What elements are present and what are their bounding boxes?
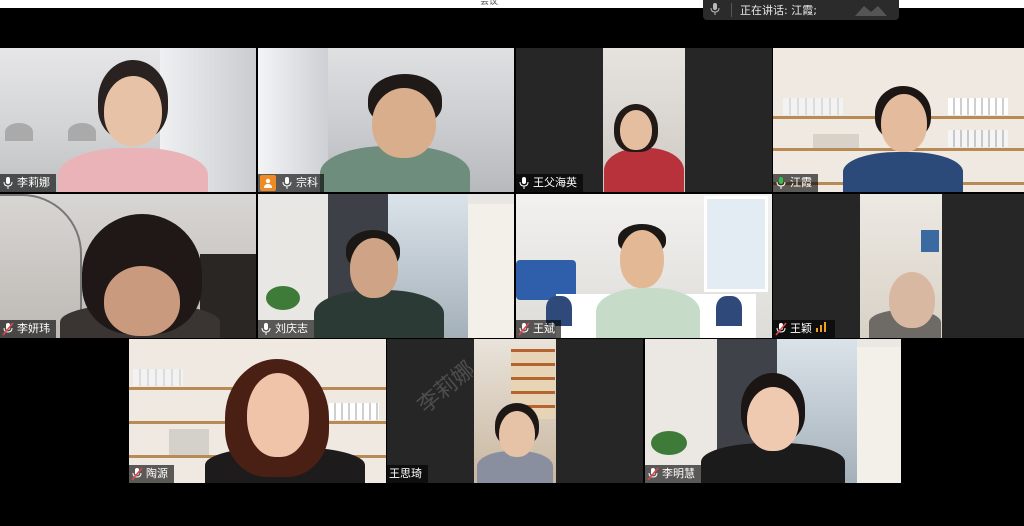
active-speaker-banner: 正在讲话: 江霞; bbox=[703, 0, 899, 20]
participant-name: 李妍玮 bbox=[17, 322, 50, 335]
microphone-icon bbox=[281, 176, 293, 190]
participant-name: 王父海英 bbox=[533, 176, 577, 189]
microphone-muted-icon bbox=[2, 322, 14, 336]
speaking-text: 正在讲话: 江霞; bbox=[740, 4, 817, 17]
participant-name: 李明慧 bbox=[662, 467, 695, 480]
participant-label: 王思琦 bbox=[387, 465, 428, 483]
microphone-icon bbox=[518, 176, 530, 190]
video-tile-wang-bin[interactable]: 王斌 bbox=[516, 194, 772, 338]
participant-name: 宗科 bbox=[296, 176, 318, 189]
microphone-muted-icon bbox=[518, 322, 530, 336]
participant-name: 王颖 bbox=[790, 322, 812, 335]
participant-name: 江霞 bbox=[790, 176, 812, 189]
participant-name: 李莉娜 bbox=[17, 176, 50, 189]
microphone-muted-icon bbox=[647, 467, 659, 481]
video-tile-wang-ying[interactable]: 王颖 bbox=[773, 194, 1024, 338]
video-tile-li-yanwei[interactable]: 李妍玮 bbox=[0, 194, 256, 338]
participant-name: 王思琦 bbox=[389, 467, 422, 480]
window-title: 会议 bbox=[480, 0, 499, 7]
video-tile-zong-ke[interactable]: 宗科 bbox=[258, 48, 514, 192]
participant-label: 江霞 bbox=[773, 174, 818, 192]
video-tile-tao-yuan[interactable]: 陶源 bbox=[129, 339, 386, 483]
participant-label: 李明慧 bbox=[645, 465, 701, 483]
divider bbox=[731, 3, 732, 17]
participant-label: 李莉娜 bbox=[0, 174, 56, 192]
participant-label: 宗科 bbox=[258, 174, 324, 192]
participant-label: 李妍玮 bbox=[0, 320, 56, 338]
participant-label: 王父海英 bbox=[516, 174, 583, 192]
microphone-icon bbox=[2, 176, 14, 190]
participant-label: 王斌 bbox=[516, 320, 561, 338]
participant-name: 刘庆志 bbox=[275, 322, 308, 335]
participant-label: 陶源 bbox=[129, 465, 174, 483]
video-tile-liu-qingzhi[interactable]: 刘庆志 bbox=[258, 194, 514, 338]
microphone-icon bbox=[703, 2, 727, 18]
participant-name: 陶源 bbox=[146, 467, 168, 480]
video-tile-li-lina[interactable]: 李莉娜 bbox=[0, 48, 256, 192]
microphone-icon bbox=[260, 322, 272, 336]
signal-strength-icon bbox=[815, 320, 829, 338]
microphone-muted-icon bbox=[131, 467, 143, 481]
participant-name: 王斌 bbox=[533, 322, 555, 335]
microphone-muted-icon bbox=[775, 322, 787, 336]
video-tile-wang-siqi[interactable]: 王思琦 bbox=[387, 339, 643, 483]
video-tile-jiang-xia[interactable]: 江霞 bbox=[773, 48, 1024, 192]
participant-label: 刘庆志 bbox=[258, 320, 314, 338]
microphone-active-icon bbox=[775, 176, 787, 190]
drag-handle-icon[interactable] bbox=[853, 2, 889, 18]
host-icon bbox=[260, 175, 276, 191]
video-tile-wang-fu-haiying[interactable]: 王父海英 bbox=[516, 48, 772, 192]
video-tile-li-minghui[interactable]: 李明慧 bbox=[645, 339, 901, 483]
participant-label: 王颖 bbox=[773, 320, 835, 338]
